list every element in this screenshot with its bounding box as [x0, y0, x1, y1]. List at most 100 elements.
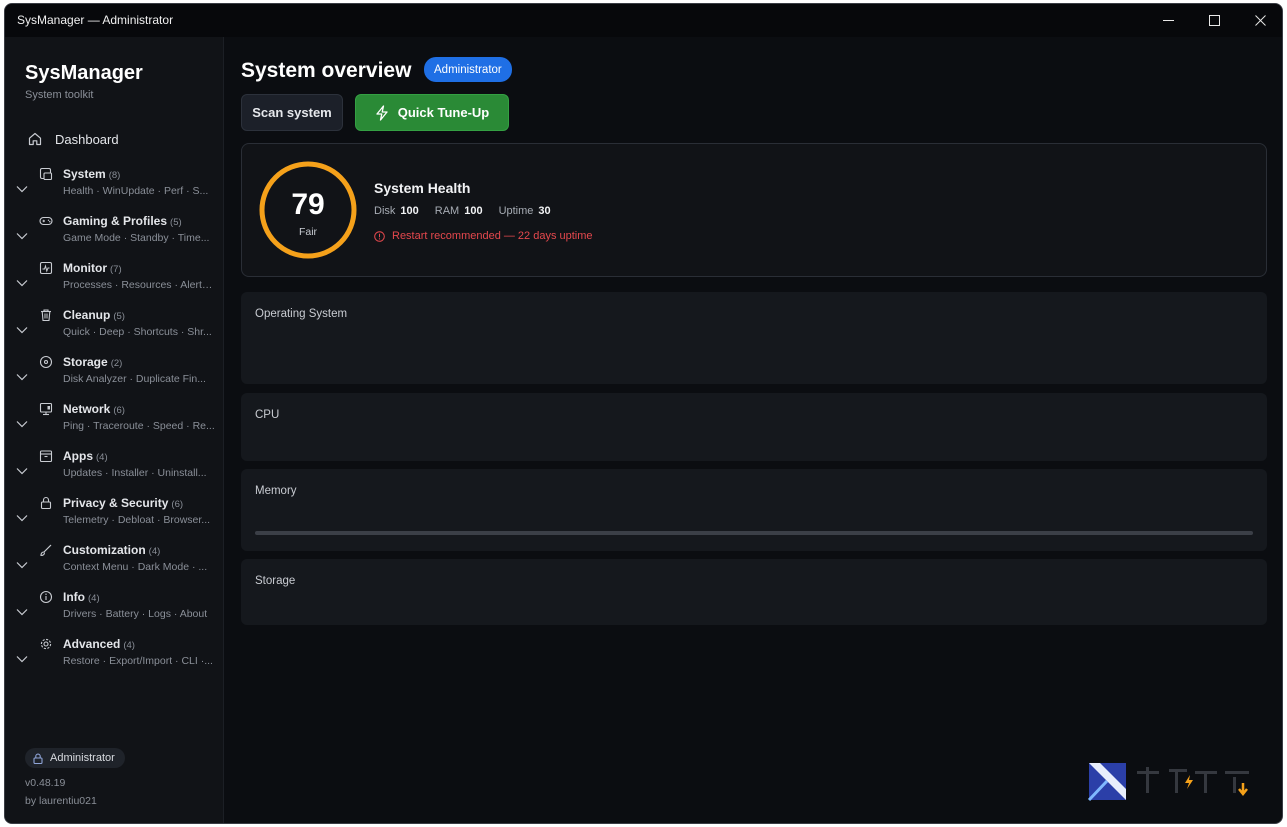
sidebar-item-customization[interactable]: Customization (4) Context Menu · Dark Mode…	[5, 543, 224, 587]
chevron-down-icon[interactable]	[15, 229, 29, 243]
chevron-down-icon[interactable]	[15, 276, 29, 290]
sidebar-group-count: (6)	[171, 499, 184, 510]
close-icon	[1254, 15, 1266, 26]
scan-system-button[interactable]: Scan system	[241, 94, 343, 131]
sidebar-group-name: Info (4)	[63, 590, 100, 604]
apps-icon	[39, 450, 53, 463]
admin-status-pill: Administrator	[25, 748, 125, 768]
sidebar-group-name: Gaming & Profiles (5)	[63, 214, 182, 228]
sidebar-group-count: (4)	[148, 546, 161, 557]
sidebar-group-name: Privacy & Security (6)	[63, 496, 184, 510]
quick-tune-up-label: Quick Tune-Up	[397, 105, 490, 120]
chevron-down-icon[interactable]	[15, 558, 29, 572]
author-text: by laurentiu021	[25, 795, 97, 807]
trash-icon	[41, 309, 51, 322]
quick-tune-up-button[interactable]: Quick Tune-Up	[355, 94, 509, 131]
sidebar-group-count: (2)	[110, 358, 123, 369]
restart-warning: Restart recommended — 22 days uptime	[374, 230, 593, 242]
sidebar-item-storage[interactable]: Storage (2) Disk Analyzer · Duplicate Fin.…	[5, 355, 224, 399]
sidebar-item-dashboard[interactable]: Dashboard	[27, 131, 119, 147]
sidebar-item-advanced[interactable]: Advanced (4) Restore · Export/Import · CLI…	[5, 637, 224, 681]
app-name: SysManager	[25, 62, 143, 84]
close-button[interactable]	[1237, 4, 1282, 37]
sidebar-item-label: Dashboard	[55, 131, 119, 147]
chevron-down-icon[interactable]	[15, 652, 29, 666]
app-window: SysManager — Administrator SysManager Sy…	[4, 3, 1283, 824]
cpu-section: CPU	[241, 393, 1267, 461]
chevron-down-icon[interactable]	[15, 464, 29, 478]
sidebar-group-subitems: Restore · Export/Import · CLI ·...	[63, 655, 213, 667]
chevron-down-icon[interactable]	[15, 182, 29, 196]
scan-system-label: Scan system	[252, 105, 332, 120]
sidebar-group-subitems: Context Menu · Dark Mode · ...	[63, 561, 208, 573]
storage-section: Storage	[241, 559, 1267, 625]
sidebar-item-privacy-security[interactable]: Privacy & Security (6) Telemetry · Debloat…	[5, 496, 224, 540]
sidebar-group-name: Apps (4)	[63, 449, 108, 463]
sidebar-group-subitems: Drivers · Battery · Logs · About	[63, 608, 208, 620]
sidebar-item-system[interactable]: System (8) Health · WinUpdate · Perf · S..…	[5, 167, 224, 211]
disk-value: 100	[400, 205, 419, 217]
storage-section-title: Storage	[255, 575, 296, 587]
ram-value: 100	[464, 205, 483, 217]
sidebar-group-subitems: Ping · Traceroute · Speed · Re...	[63, 420, 215, 432]
sidebar-group-name: Monitor (7)	[63, 261, 122, 275]
system-icon	[39, 167, 53, 181]
gamepad-icon	[39, 216, 53, 226]
sidebar-item-info[interactable]: Info (4) Drivers · Battery · Logs · About	[5, 590, 224, 634]
chevron-down-icon[interactable]	[15, 511, 29, 525]
sidebar-item-network[interactable]: Network (6) Ping · Traceroute · Speed · Re…	[5, 402, 224, 446]
admin-label: Administrator	[50, 752, 115, 764]
sidebar-group-count: (4)	[96, 452, 108, 463]
sidebar-item-apps[interactable]: Apps (4) Updates · Installer · Uninstall..…	[5, 449, 224, 493]
page-title: System overview	[241, 59, 412, 82]
sidebar-group-name: Cleanup (5)	[63, 308, 125, 322]
watermark-logo	[1087, 763, 1249, 802]
sidebar-group-count: (8)	[108, 170, 121, 181]
health-rating: Fair	[298, 226, 318, 238]
chevron-down-icon[interactable]	[15, 417, 29, 431]
sidebar-group-name: System (8)	[63, 167, 121, 181]
sidebar-group-subitems: Telemetry · Debloat · Browser...	[63, 514, 211, 526]
sidebar-group-count: (5)	[113, 311, 125, 322]
minimize-icon	[1162, 20, 1174, 21]
info-icon	[39, 590, 53, 604]
sidebar-group-count: (6)	[113, 405, 125, 416]
memory-section-title: Memory	[255, 485, 297, 497]
sidebar-group-subitems: Disk Analyzer · Duplicate Fin...	[63, 373, 206, 385]
sidebar-group-name: Advanced (4)	[63, 637, 135, 651]
health-stats: Disk 100 RAM 100 Uptime 30	[374, 205, 567, 217]
ram-label: RAM	[434, 205, 460, 217]
sidebar-group-name: Network (6)	[63, 402, 125, 416]
os-section-title: Operating System	[255, 308, 348, 320]
sidebar-group-subitems: Quick · Deep · Shortcuts · Shr...	[63, 326, 212, 338]
main-content: System overview Administrator Scan syste…	[225, 37, 1282, 823]
sidebar-item-cleanup[interactable]: Cleanup (5) Quick · Deep · Shortcuts · Shr…	[5, 308, 224, 352]
lock-icon	[40, 496, 52, 510]
sidebar-group-name: Storage (2)	[63, 355, 123, 369]
chevron-down-icon[interactable]	[15, 323, 29, 337]
window-title: SysManager — Administrator	[17, 13, 174, 27]
uptime-label: Uptime	[498, 205, 534, 217]
os-section: Operating System	[241, 292, 1267, 384]
maximize-button[interactable]	[1191, 4, 1237, 37]
app-subtitle: System toolkit	[25, 89, 94, 101]
sidebar-group-count: (4)	[88, 593, 100, 604]
chevron-down-icon[interactable]	[15, 605, 29, 619]
sidebar-item-gaming-profiles[interactable]: Gaming & Profiles (5) Game Mode · Standby …	[5, 214, 224, 258]
chevron-down-icon[interactable]	[15, 370, 29, 384]
title-bar: SysManager — Administrator	[5, 4, 1282, 37]
restart-warning-text: Restart recommended — 22 days uptime	[392, 230, 593, 242]
system-health-card: 79 Fair System Health Disk 100 RAM 100 Uptim…	[241, 143, 1267, 277]
sidebar-group-count: (4)	[123, 640, 135, 651]
alert-circle-icon	[374, 230, 385, 242]
sidebar-item-monitor[interactable]: Monitor (7) Processes · Resources · Alerts…	[5, 261, 224, 305]
minimize-button[interactable]	[1145, 4, 1191, 37]
home-icon	[28, 132, 42, 146]
sidebar: SysManager System toolkit Dashboard Syst…	[5, 37, 224, 823]
role-badge: Administrator	[424, 57, 512, 82]
cpu-section-title: CPU	[255, 409, 280, 421]
brush-icon	[40, 544, 52, 557]
sidebar-group-subitems: Game Mode · Standby · Time...	[63, 232, 210, 244]
memory-usage-bar	[255, 531, 1253, 535]
sidebar-group-subitems: Updates · Installer · Uninstall...	[63, 467, 207, 479]
